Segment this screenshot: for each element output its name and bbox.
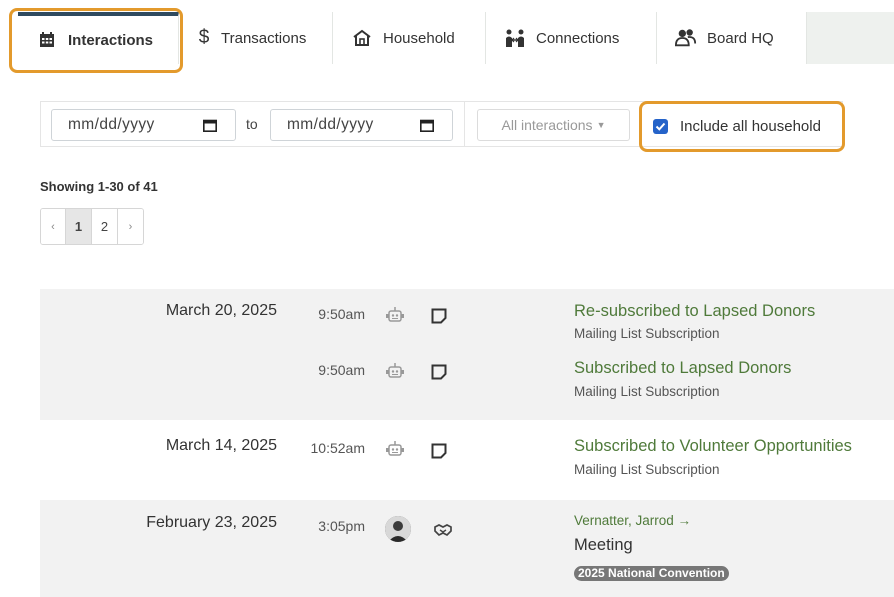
note-icon[interactable] [431,364,447,380]
dollar-icon: $ [198,27,210,48]
tab-household[interactable]: Household [333,12,486,64]
calendar-picker-icon[interactable] [420,119,434,132]
avatar[interactable] [385,516,411,542]
date-from-input[interactable]: mm/dd/yyyy [51,109,236,141]
tab-label: Household [383,29,455,47]
results-count: Showing 1-30 of 41 [40,179,158,194]
interaction-time: 9:50am [318,306,365,322]
interaction-date: March 20, 2025 [165,302,277,319]
interaction-title[interactable]: Subscribed to Volunteer Opportunities [574,437,852,456]
interaction-day-group: February 23, 2025 3:05pm Vernatter, Jarr… [40,500,894,597]
checkmark-icon [655,122,666,131]
interaction-date: March 14, 2025 [165,437,277,454]
include-household-label: Include all household [680,118,821,135]
interaction-subtitle: Mailing List Subscription [574,326,720,341]
tab-label: Connections [536,29,620,47]
interaction-title[interactable]: Re-subscribed to Lapsed Donors [574,302,815,321]
tab-transactions[interactable]: $ Transactions [179,12,333,64]
robot-icon [386,307,404,322]
interaction-subtitle: Mailing List Subscription [574,462,720,477]
interaction-title[interactable]: Meeting [574,536,633,555]
interaction-day-group: March 20, 2025 9:50am Re-subscribed to L… [40,289,894,420]
next-page-button[interactable]: › [118,209,143,244]
home-icon [351,28,373,48]
tab-label: Interactions [68,31,154,49]
interaction-time: 3:05pm [318,518,365,534]
interaction-day-group: March 14, 2025 10:52am Subscribed to Vol… [40,422,894,498]
to-label: to [246,116,258,132]
tab-label: Transactions [221,29,307,47]
robot-icon [386,441,404,456]
include-household-toggle[interactable]: Include all household [639,101,845,152]
pagination: ‹ 1 2 › [40,208,144,245]
interaction-type-select[interactable]: All interactions ▼ [477,109,630,141]
date-to-input[interactable]: mm/dd/yyyy [270,109,453,141]
date-to-placeholder: mm/dd/yyyy [287,116,374,133]
interaction-time: 9:50am [318,362,365,378]
divider [464,102,465,146]
select-value: All interactions [501,117,593,133]
calendar-icon [36,30,58,50]
include-household-checkbox[interactable] [653,119,668,134]
caret-down-icon: ▼ [596,120,606,130]
robot-icon [386,363,404,378]
interaction-subtitle: Mailing List Subscription [574,384,720,399]
date-from-placeholder: mm/dd/yyyy [68,116,155,133]
connections-icon [504,28,526,48]
prev-page-button[interactable]: ‹ [41,209,66,244]
tab-board-hq[interactable]: Board HQ [657,12,807,64]
person-link[interactable]: Vernatter, Jarrod → [574,513,691,528]
page-1-button[interactable]: 1 [66,209,92,244]
tab-connections[interactable]: Connections [486,12,657,64]
interaction-date: February 23, 2025 [146,514,277,531]
event-tag-badge[interactable]: 2025 National Convention [574,566,729,581]
tab-interactions[interactable]: Interactions [18,12,179,64]
note-icon[interactable] [431,443,447,459]
tab-bar: Interactions $ Transactions Household Co… [0,0,894,73]
page-2-button[interactable]: 2 [92,209,118,244]
users-icon [675,28,697,48]
note-icon[interactable] [431,308,447,324]
handshake-icon [434,524,452,537]
calendar-picker-icon[interactable] [203,119,217,132]
interaction-time: 10:52am [310,440,365,456]
interaction-title[interactable]: Subscribed to Lapsed Donors [574,359,791,378]
tab-label: Board HQ [707,29,774,47]
